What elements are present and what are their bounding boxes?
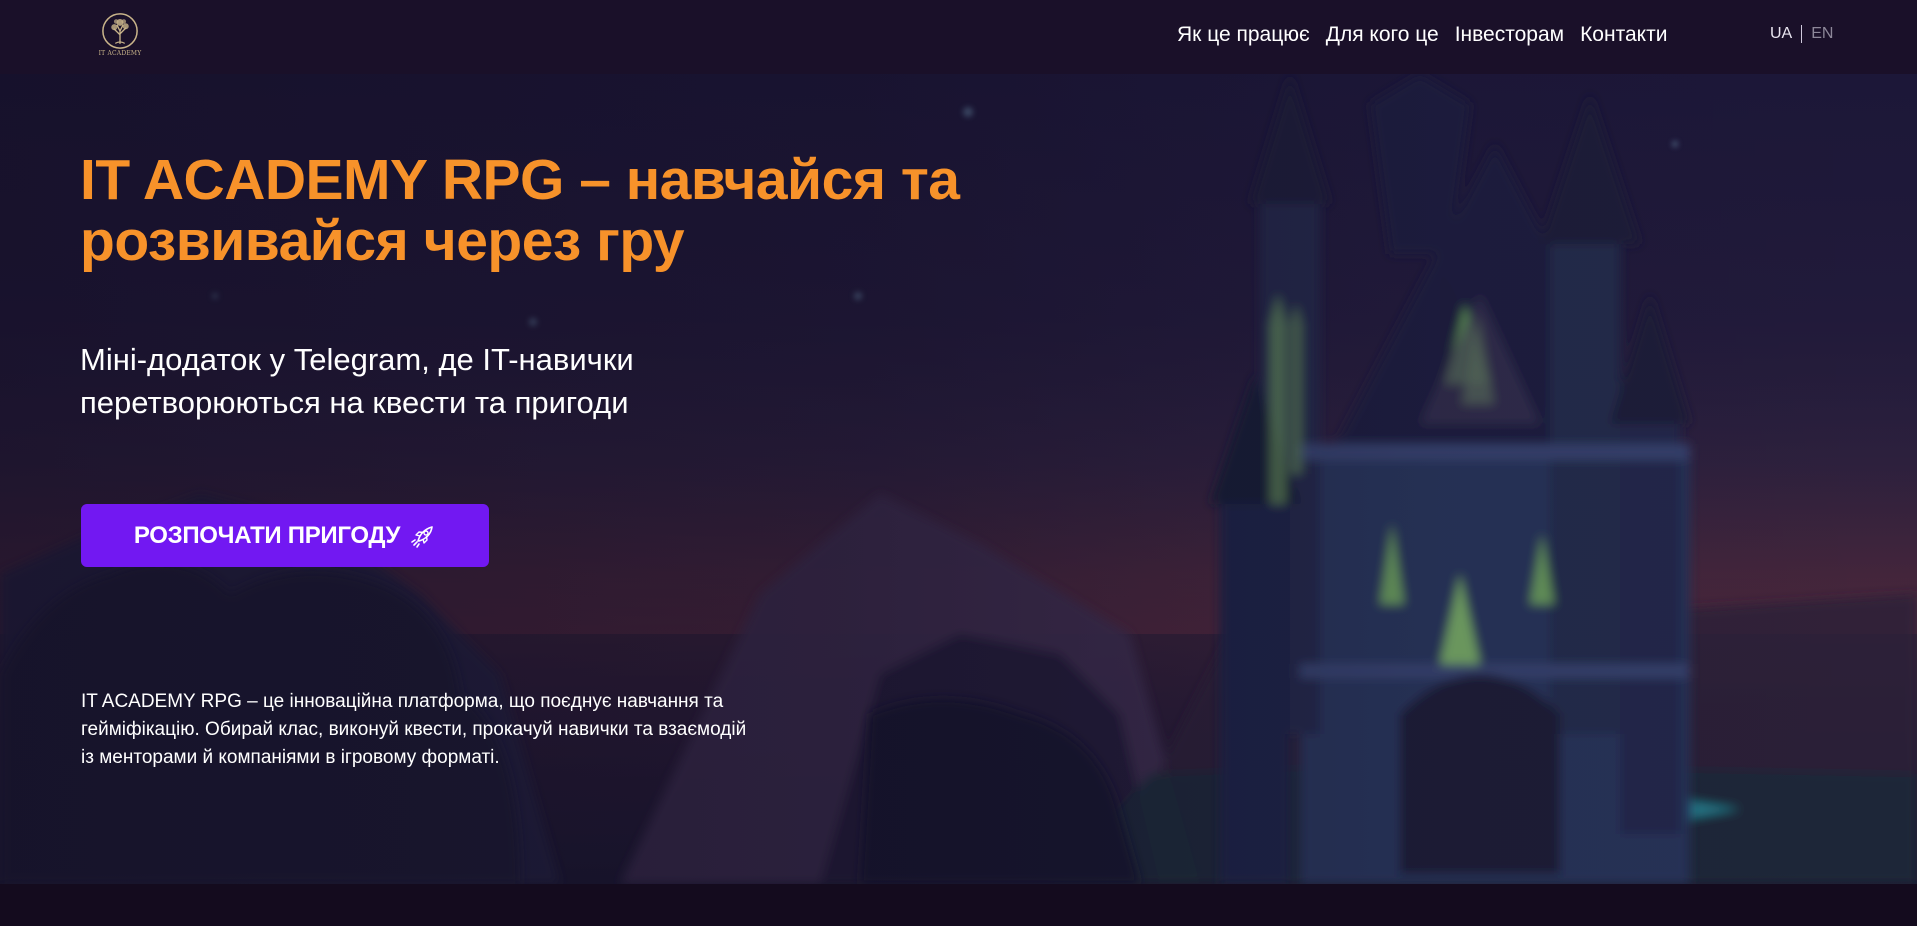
- hero-subtitle: Міні-додаток у Telegram, де IT-навички п…: [80, 342, 634, 420]
- nav-item-investors[interactable]: Інвесторам: [1455, 21, 1564, 49]
- tree-logo-icon: [102, 13, 138, 49]
- main-nav: Як це працює Для кого це Інвесторам Конт…: [1177, 21, 1667, 49]
- next-section-edge: [0, 884, 1917, 926]
- logo-link[interactable]: IT ACADEMY: [98, 12, 142, 60]
- nav-item-how-it-works[interactable]: Як це працює: [1177, 21, 1310, 49]
- landing-page: IT ACADEMY Як це працює Для кого це Інве…: [0, 0, 1917, 926]
- rocket-icon: [411, 525, 433, 548]
- start-adventure-button[interactable]: РОЗПОЧАТИ ПРИГОДУ: [81, 504, 489, 567]
- site-header: IT ACADEMY Як це працює Для кого це Інве…: [0, 0, 1917, 74]
- hero-description: IT ACADEMY RPG – це інноваційна платформ…: [81, 691, 747, 768]
- language-ua[interactable]: UA: [1770, 24, 1792, 44]
- nav-item-for-whom[interactable]: Для кого це: [1326, 21, 1439, 49]
- language-switcher: UA EN: [1770, 24, 1833, 44]
- language-en[interactable]: EN: [1811, 24, 1833, 44]
- hero-title: IT ACADEMY RPG – навчайся та розвивайся …: [80, 148, 960, 273]
- nav-item-contacts[interactable]: Контакти: [1580, 21, 1667, 49]
- language-divider: [1801, 25, 1803, 43]
- cta-label: РОЗПОЧАТИ ПРИГОДУ: [133, 521, 401, 549]
- logo-caption: IT ACADEMY: [98, 50, 142, 57]
